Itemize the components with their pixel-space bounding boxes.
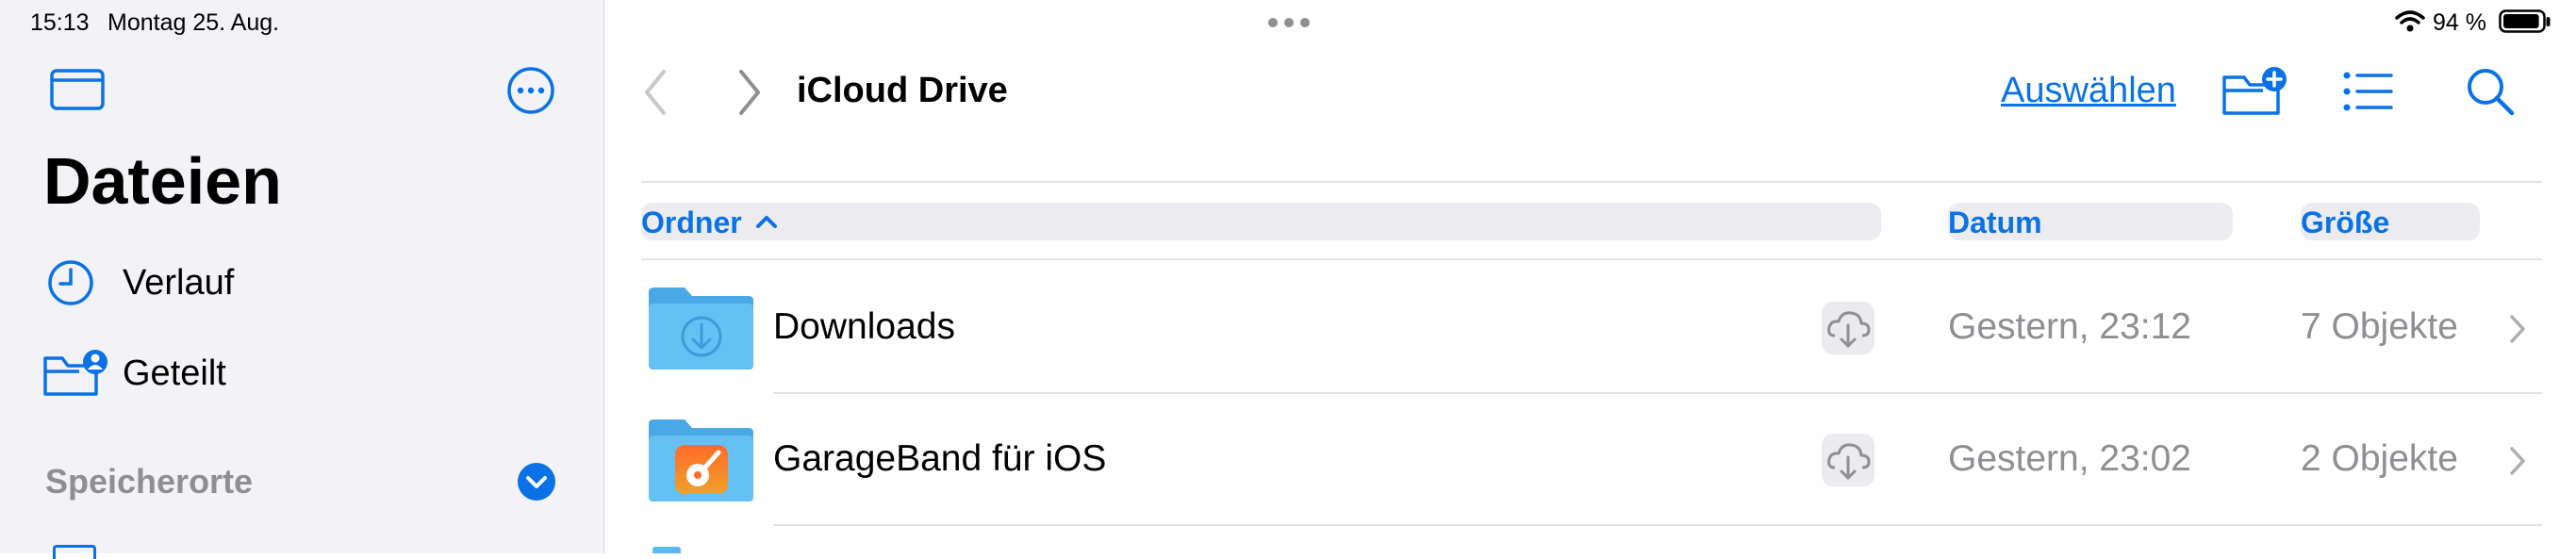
sidebar-item-geteilt[interactable]: Geteilt [41,345,570,402]
column-header-date[interactable]: Datum [1948,206,2042,240]
section-header-speicherorte: Speicherorte [45,462,254,501]
row-name: Downloads [773,306,955,347]
row-date: Gestern, 23:02 [1948,438,2191,479]
column-header-name[interactable]: Ordner [641,206,742,240]
select-button[interactable]: Auswählen [2001,71,2176,111]
partial-folder-icon [652,547,681,553]
battery-percent: 94 % [2433,9,2486,36]
table-row[interactable]: Downloads Gestern, 23:12 7 Objekte [641,264,2542,391]
sidebar-toggle-icon[interactable] [49,68,106,111]
forward-chevron-icon[interactable] [735,68,764,117]
new-folder-icon[interactable] [2221,64,2287,119]
sidebar: 15:13 Montag 25. Aug. Dateien Verlauf Ge… [0,0,604,559]
status-time: 15:13 [30,9,90,36]
ellipsis-circle-icon[interactable] [506,66,555,115]
wifi-icon [2395,10,2425,32]
row-divider [773,392,2542,394]
disclosure-chevron-icon[interactable] [2508,313,2527,345]
row-date: Gestern, 23:12 [1948,306,2191,347]
back-chevron-icon[interactable] [641,68,669,117]
row-name: GarageBand für iOS [773,438,1107,479]
clock-icon [48,260,93,305]
cloud-download-icon[interactable] [1822,302,1874,354]
row-size: 7 Objekte [2301,306,2458,347]
downloads-folder-icon [649,288,753,370]
header-divider [641,258,2542,260]
row-size: 2 Objekte [2301,438,2458,479]
multitasking-dots-icon[interactable] [1267,17,1311,28]
column-header-size[interactable]: Größe [2301,206,2389,240]
page-title: iCloud Drive [797,71,1008,110]
sort-ascending-icon[interactable] [754,209,779,234]
status-date: Montag 25. Aug. [107,9,280,36]
shared-folder-icon [43,350,107,396]
sidebar-title: Dateien [43,144,282,218]
disclosure-chevron-icon[interactable] [2508,445,2527,477]
sidebar-item-label: Verlauf [123,263,235,303]
cloud-download-icon[interactable] [1822,434,1874,486]
column-header-name-bg[interactable] [641,203,1881,240]
search-icon[interactable] [2465,66,2516,117]
partial-location-icon [53,545,96,559]
sidebar-item-label: Geteilt [123,353,226,393]
row-divider [773,524,2542,526]
battery-icon [2499,9,2551,33]
toolbar-divider [641,181,2542,183]
sidebar-item-verlauf[interactable]: Verlauf [41,255,570,311]
list-view-icon[interactable] [2342,70,2393,113]
garageband-folder-icon [649,419,753,501]
table-row[interactable]: GarageBand für iOS Gestern, 23:02 2 Obje… [641,396,2542,523]
chevron-down-circle-icon[interactable] [517,462,556,501]
